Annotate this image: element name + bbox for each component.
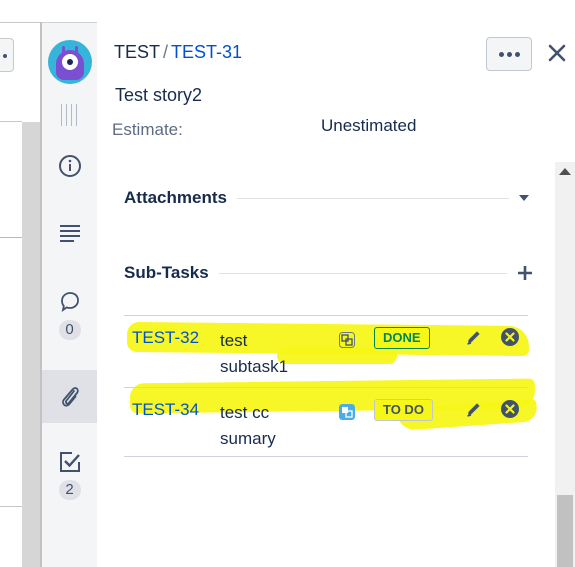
comments-count-badge: 0 <box>58 320 81 340</box>
issue-content-area: Attachments Sub-Tasks TEST-32 test subta… <box>97 162 575 567</box>
project-avatar[interactable] <box>48 40 92 84</box>
breadcrumb: TEST / TEST-31 <box>114 42 242 63</box>
subtask-row[interactable]: TEST-34 test cc sumary TO DO <box>124 387 528 457</box>
rail-attachments[interactable] <box>42 370 97 423</box>
issue-sidebar-rail: 0 2 <box>42 22 97 567</box>
subtasks-count-badge: 2 <box>58 480 81 500</box>
more-actions-button[interactable] <box>486 37 532 71</box>
breadcrumb-separator: / <box>163 42 169 62</box>
checkbox-icon <box>59 452 80 472</box>
subtask-key-link[interactable]: TEST-32 <box>132 328 199 348</box>
rail-comments[interactable]: 0 <box>42 290 97 340</box>
background-divider <box>0 22 44 23</box>
breadcrumb-project[interactable]: TEST <box>114 42 160 62</box>
scroll-up-arrow[interactable] <box>559 168 571 175</box>
attachment-icon <box>61 386 79 407</box>
estimate-label: Estimate: <box>112 120 183 139</box>
background-rule <box>0 237 22 238</box>
ellipsis-icon <box>498 51 504 57</box>
issue-detail-panel: TEST / TEST-31 Test story2 Estimate: Unest… <box>97 22 575 567</box>
plus-icon[interactable] <box>517 265 533 281</box>
section-rule <box>218 272 507 274</box>
rail-subtasks[interactable]: 2 <box>42 450 97 500</box>
description-icon <box>59 225 80 242</box>
attachments-title: Attachments <box>124 188 227 207</box>
status-lozenge[interactable]: DONE <box>374 327 430 349</box>
subtask-row[interactable]: TEST-32 test subtask1 DONE <box>124 315 528 385</box>
chevron-down-icon[interactable] <box>519 195 529 201</box>
estimate-value[interactable]: Unestimated <box>321 116 416 136</box>
remove-icon[interactable] <box>500 399 520 419</box>
scrollbar-thumb[interactable] <box>557 495 573 567</box>
drag-handle-icon[interactable] <box>59 104 79 126</box>
breadcrumb-issue-key[interactable]: TEST-31 <box>171 42 242 62</box>
edit-icon[interactable] <box>465 400 483 418</box>
section-rule <box>236 197 509 199</box>
issue-summary[interactable]: Test story2 <box>115 85 202 106</box>
attachments-section-header[interactable]: Attachments <box>124 184 529 212</box>
subtasks-section-header: Sub-Tasks <box>124 259 532 287</box>
rail-details[interactable] <box>42 154 97 178</box>
comment-icon <box>60 292 79 313</box>
status-lozenge[interactable]: TO DO <box>374 399 433 421</box>
close-icon[interactable] <box>546 42 568 64</box>
subtask-type-icon <box>339 332 355 348</box>
edit-icon[interactable] <box>465 328 483 346</box>
rail-description[interactable] <box>42 223 97 245</box>
background-rule <box>0 121 22 122</box>
remove-icon[interactable] <box>500 327 520 347</box>
subtask-type-icon <box>339 404 355 420</box>
info-icon <box>58 155 81 177</box>
subtask-summary[interactable]: test subtask1 <box>220 328 330 380</box>
background-scrollbar[interactable] <box>22 122 40 567</box>
vertical-scrollbar[interactable] <box>555 162 575 567</box>
subtask-key-link[interactable]: TEST-34 <box>132 400 199 420</box>
background-rule <box>0 506 22 507</box>
subtasks-title: Sub-Tasks <box>124 263 209 282</box>
background-panel <box>0 0 44 567</box>
background-button[interactable] <box>0 38 14 72</box>
subtask-summary[interactable]: test cc sumary <box>220 400 330 452</box>
